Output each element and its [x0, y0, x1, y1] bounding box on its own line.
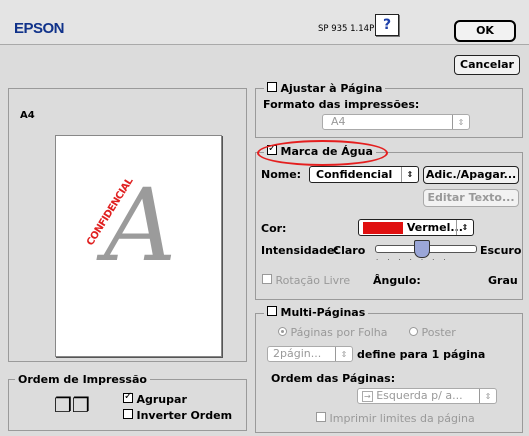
intensity-label: Intensidade:	[261, 244, 339, 257]
poster-label: Poster	[421, 326, 456, 339]
intensity-dark-label: Escuro	[480, 244, 522, 257]
color-swatch	[363, 222, 403, 234]
page-order-value: Esquerda p/ a...	[376, 389, 463, 402]
header-bar	[0, 0, 529, 45]
pages-per-sheet-radio[interactable]	[278, 327, 287, 336]
pages-per-sheet-option[interactable]: Páginas por Folha	[278, 326, 388, 339]
color-select[interactable]: Vermel... ⇕	[358, 219, 474, 236]
poster-option[interactable]: Poster	[409, 326, 456, 339]
print-borders-row: Imprimir limites da página	[316, 412, 475, 425]
format-select[interactable]: A4 ⇕	[322, 114, 470, 130]
free-rotation-checkbox[interactable]	[262, 274, 272, 284]
collate-row: Agrupar	[123, 391, 187, 406]
ok-button[interactable]: OK	[454, 20, 516, 42]
cancel-button[interactable]: Cancelar	[454, 55, 520, 75]
collate-pages-icon: ❐❐	[54, 393, 90, 417]
paper-size-label: A4	[20, 110, 35, 121]
reverse-checkbox[interactable]	[123, 409, 133, 419]
page-order-select[interactable]: → Esquerda p/ a... ⇕	[357, 388, 497, 404]
fit-group	[255, 88, 523, 138]
arrow-right-icon: →	[362, 391, 373, 402]
color-value: Vermel...	[406, 221, 463, 234]
print-borders-label: Imprimir limites da página	[329, 412, 475, 425]
chevron-updown-icon: ⇕	[401, 167, 418, 182]
reverse-label: Inverter Ordem	[136, 409, 233, 422]
color-label: Cor:	[261, 222, 287, 235]
chevron-updown-icon: ⇕	[452, 115, 469, 129]
pages-select[interactable]: 2págin... ⇕	[267, 346, 353, 362]
chevron-updown-icon: ⇕	[456, 220, 473, 235]
reverse-row: Inverter Ordem	[123, 409, 232, 422]
add-delete-button[interactable]: Adic./Apagar...	[423, 166, 519, 184]
fit-header: Ajustar à Página	[264, 82, 386, 95]
print-borders-checkbox[interactable]	[316, 412, 326, 422]
epson-logo: EPSON	[14, 20, 65, 37]
format-label: Formato das impressões:	[263, 98, 420, 111]
multipage-label: Multi-Páginas	[280, 306, 366, 319]
collate-label: Agrupar	[136, 393, 187, 406]
free-rotation-row: Rotação Livre	[262, 274, 350, 287]
driver-version: SP 935 1.14P	[318, 24, 375, 34]
edit-text-button[interactable]: Editar Texto...	[423, 189, 519, 207]
fit-checkbox[interactable]	[267, 82, 277, 92]
name-value: Confidencial	[316, 168, 393, 181]
slider-ticks: ·······	[376, 256, 455, 264]
fit-label: Ajustar à Página	[280, 82, 383, 95]
free-rotation-label: Rotação Livre	[275, 274, 351, 287]
collate-checkbox[interactable]	[123, 391, 133, 403]
print-order-title: Ordem de Impressão	[15, 373, 150, 386]
chevron-updown-icon: ⇕	[479, 389, 496, 403]
intensity-light-label: Claro	[333, 244, 366, 257]
highlight-ellipse	[257, 140, 388, 166]
angle-label: Ângulo:	[373, 274, 421, 287]
name-select[interactable]: Confidencial ⇕	[309, 166, 419, 183]
multipage-header: Multi-Páginas	[264, 306, 369, 319]
define-text: define para 1 página	[357, 348, 486, 361]
pages-per-sheet-label: Páginas por Folha	[290, 326, 388, 339]
angle-unit: Grau	[488, 274, 518, 287]
help-button[interactable]: ?	[375, 14, 399, 36]
chevron-updown-icon: ⇕	[335, 347, 352, 361]
format-value: A4	[331, 115, 346, 128]
page-order-label: Ordem das Páginas:	[271, 372, 396, 385]
preview-glyph: A	[104, 167, 177, 284]
name-label: Nome:	[261, 168, 302, 181]
poster-radio[interactable]	[409, 327, 418, 336]
pages-value: 2págin...	[273, 347, 322, 360]
multipage-checkbox[interactable]	[267, 306, 277, 316]
